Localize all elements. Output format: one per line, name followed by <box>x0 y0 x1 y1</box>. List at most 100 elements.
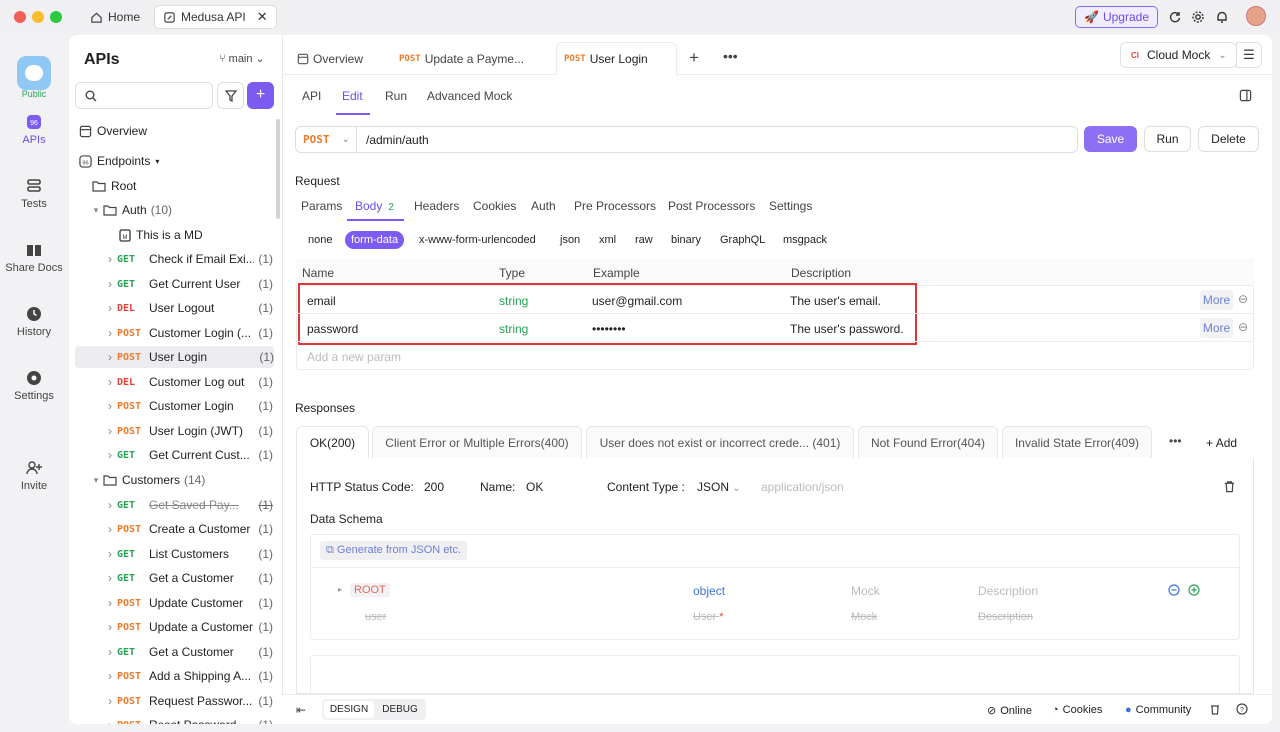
sidebar-scrollbar[interactable] <box>276 119 280 219</box>
subtab-run[interactable]: Run <box>385 89 407 103</box>
response-tab[interactable]: Not Found Error(404) <box>858 426 998 458</box>
tree-item[interactable]: › POST Create a Customer (1) <box>103 518 273 540</box>
close-tab-icon[interactable]: ✕ <box>257 9 268 25</box>
tree-item[interactable]: › GET List Customers (1) <box>103 543 273 565</box>
close-window-button[interactable] <box>14 11 26 23</box>
tree-item[interactable]: › POST Request Passwor... (1) <box>103 690 273 712</box>
status-code-input[interactable]: 200 <box>424 480 444 494</box>
expand-arrow-icon[interactable]: › <box>103 645 117 659</box>
response-tab[interactable]: User does not exist or incorrect crede..… <box>586 426 854 458</box>
param-type[interactable]: string <box>499 294 528 308</box>
add-param-input[interactable]: Add a new param <box>307 350 401 364</box>
rail-item-settings[interactable]: Settings <box>0 370 68 402</box>
body-type-form-data[interactable]: form-data <box>345 231 405 249</box>
sidebar-endpoints[interactable]: 96 Endpoints ▾ <box>79 150 159 172</box>
remove-param-icon[interactable]: ⊖ <box>1238 320 1248 334</box>
new-tab-button[interactable]: + <box>689 48 699 68</box>
design-mode-button[interactable]: DESIGN <box>324 701 374 718</box>
cookies-button[interactable]: ◔ Cookies <box>1052 704 1102 716</box>
schema-root-type[interactable]: object <box>693 584 725 598</box>
trash-icon[interactable] <box>1223 480 1236 493</box>
tree-item-md[interactable]: M This is a MD <box>119 224 203 246</box>
param-description[interactable]: The user's email. <box>790 294 881 308</box>
tree-item[interactable]: › POST Update a Customer (1) <box>103 616 273 638</box>
rail-item-share-docs[interactable]: Share Docs <box>0 242 68 274</box>
expand-arrow-icon[interactable]: › <box>103 571 117 585</box>
tree-item[interactable]: › POST Update Customer (1) <box>103 592 273 614</box>
gear-icon[interactable] <box>1191 10 1205 24</box>
maximize-window-button[interactable] <box>50 11 62 23</box>
tree-item[interactable]: › GET Get Current User (1) <box>103 273 273 295</box>
branch-selector[interactable]: ⑂ main ⌄ <box>219 52 265 65</box>
request-tab-params[interactable]: Params <box>301 199 342 213</box>
body-type-x-www-form-urlencoded[interactable]: x-www-form-urlencoded <box>413 231 542 249</box>
sidebar-overview[interactable]: Overview <box>79 120 147 142</box>
tree-item[interactable]: › POST User Login (JWT) (1) <box>103 420 273 442</box>
subtab-api[interactable]: API <box>302 89 321 103</box>
schema-field-mock[interactable]: Mock <box>851 611 877 623</box>
rail-item-invite[interactable]: Invite <box>0 460 68 492</box>
tree-item[interactable]: › GET Get Current Cust... (1) <box>103 444 273 466</box>
rail-item-tests[interactable]: Tests <box>0 178 68 210</box>
minimize-window-button[interactable] <box>32 11 44 23</box>
request-tab-auth[interactable]: Auth <box>531 199 556 213</box>
body-type-msgpack[interactable]: msgpack <box>777 231 833 249</box>
expand-arrow-icon[interactable]: › <box>103 252 117 266</box>
body-type-none[interactable]: none <box>302 231 338 249</box>
content-type-value-input[interactable]: application/json <box>761 480 844 494</box>
avatar[interactable] <box>1246 6 1266 26</box>
tree-item[interactable]: › POST Customer Login (... (1) <box>103 322 273 344</box>
body-type-raw[interactable]: raw <box>629 231 659 249</box>
expand-arrow-icon[interactable]: › <box>103 448 117 462</box>
tree-item[interactable]: › GET Get a Customer (1) <box>103 641 273 663</box>
tree-item[interactable]: › DEL User Logout (1) <box>103 297 273 319</box>
request-tab-cookies[interactable]: Cookies <box>473 199 516 213</box>
split-view-icon[interactable] <box>1239 89 1252 102</box>
schema-root-mock[interactable]: Mock <box>851 584 880 598</box>
collapse-sidebar-icon[interactable]: ⇤ <box>296 703 306 717</box>
param-more-button[interactable]: More <box>1200 290 1233 310</box>
expand-icon[interactable]: ▸ <box>338 585 342 594</box>
expand-arrow-icon[interactable]: › <box>103 326 117 340</box>
tree-root[interactable]: Root <box>92 175 136 197</box>
expand-arrow-icon[interactable]: › <box>103 424 117 438</box>
response-name-input[interactable]: OK <box>526 480 543 494</box>
request-tab-pre-processors[interactable]: Pre Processors <box>574 199 656 213</box>
param-more-button[interactable]: More <box>1200 318 1233 338</box>
filter-button[interactable] <box>217 82 244 109</box>
param-name[interactable]: email <box>307 294 336 308</box>
subtab-advanced-mock[interactable]: Advanced Mock <box>427 89 512 103</box>
expand-arrow-icon[interactable]: › <box>103 718 117 724</box>
body-type-binary[interactable]: binary <box>665 231 707 249</box>
add-field-icon[interactable] <box>1188 584 1200 596</box>
tree-item[interactable]: › DEL Customer Log out (1) <box>103 371 273 393</box>
generate-from-json-button[interactable]: ⧉ Generate from JSON etc. <box>320 541 468 560</box>
schema-root-description[interactable]: Description <box>978 584 1038 598</box>
expand-arrow-icon[interactable]: › <box>103 399 117 413</box>
add-response-button[interactable]: + Add <box>1206 436 1237 450</box>
debug-mode-button[interactable]: DEBUG <box>376 701 424 718</box>
expand-arrow-icon[interactable]: › <box>103 694 117 708</box>
body-type-json[interactable]: json <box>554 231 586 249</box>
expand-arrow-icon[interactable]: › <box>103 301 117 315</box>
save-button[interactable]: Save <box>1084 126 1137 152</box>
expand-arrow-icon[interactable]: › <box>103 277 117 291</box>
tree-item[interactable]: › POST Add a Shipping A... (1) <box>103 665 273 687</box>
delete-button[interactable]: Delete <box>1198 126 1259 152</box>
param-type[interactable]: string <box>499 322 528 336</box>
request-tab-post-processors[interactable]: Post Processors <box>668 199 755 213</box>
param-description[interactable]: The user's password. <box>790 322 904 336</box>
body-type-graphql[interactable]: GraphQL <box>714 231 771 249</box>
cloud-mock-selector[interactable]: Cl Cloud Mock ⌄ <box>1120 42 1237 68</box>
collapse-icon[interactable] <box>1168 584 1180 596</box>
expand-arrow-icon[interactable]: › <box>103 669 117 683</box>
expand-arrow-icon[interactable]: › <box>103 522 117 536</box>
response-tab[interactable]: Client Error or Multiple Errors(400) <box>372 426 582 458</box>
schema-field-description[interactable]: Description <box>978 611 1033 623</box>
tree-folder-customers[interactable]: ▾ Customers (14) <box>89 469 206 491</box>
run-button[interactable]: Run <box>1144 126 1191 152</box>
expand-arrow-icon[interactable]: › <box>103 620 117 634</box>
request-tab-settings[interactable]: Settings <box>769 199 812 213</box>
schema-field-name[interactable]: user <box>365 611 386 623</box>
window-tab-medusa[interactable]: Medusa API ✕ <box>154 5 277 29</box>
